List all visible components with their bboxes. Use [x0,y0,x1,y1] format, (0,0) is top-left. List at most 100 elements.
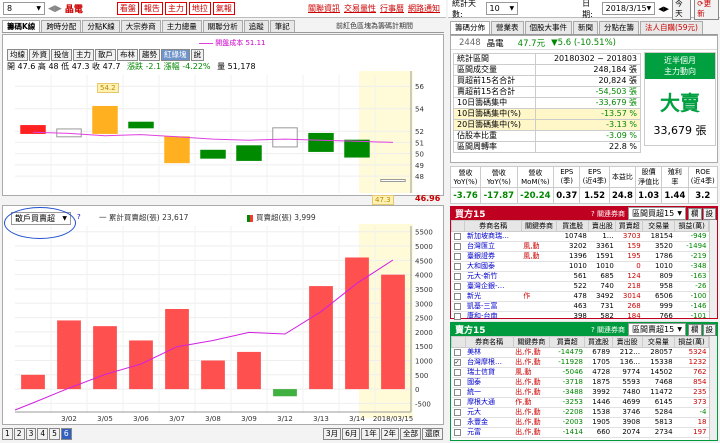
row-checkbox[interactable] [453,252,461,260]
sell-mode-select[interactable]: 區間賣超15 ▼ [628,323,686,336]
row-checkbox[interactable] [453,408,461,416]
row-checkbox[interactable] [453,398,461,406]
row-checkbox[interactable] [453,262,461,270]
stat-label: 賣超前15名合計 [452,86,537,98]
table-row[interactable]: 永豐金 出,作,動 -2003 1905 3908 5813 18 [451,417,709,428]
right-tab-3[interactable]: 新聞 [573,21,598,34]
page-button-5[interactable]: 5 [49,428,60,440]
table-row[interactable]: 台灣匯立 風,動 3202 3361 159 3520 -1494 [451,241,709,252]
buy-settings-button[interactable]: 設 [702,207,716,220]
range-button-3[interactable]: 2年 [380,428,399,440]
sell-scrollbar[interactable] [709,336,717,440]
toolbar-button-4[interactable]: 氣報 [212,2,235,15]
left-tab-5[interactable]: 關聯分析 [202,20,243,32]
header-link-3[interactable]: 網路通知 [408,3,440,14]
refresh-button[interactable]: ⟳更新 [694,0,719,20]
page-button-6[interactable]: 6 [60,428,72,440]
sell-settings-button[interactable]: 設 [702,323,716,336]
days-select[interactable]: 10 ▼ [485,2,519,15]
today-button[interactable]: 今天 [672,0,692,20]
table-row[interactable]: 大和國泰 1010 1010 0 1010 -348 [451,261,709,272]
range-button-5[interactable]: 還原 [422,428,443,440]
row-checkbox[interactable] [453,368,461,376]
toolbar-button-1[interactable]: 報告 [140,2,163,15]
kline-chart[interactable]: 56 54 52 51 50 49 48 [3,35,443,195]
row-checkbox[interactable] [453,282,461,290]
page-button-3[interactable]: 3 [25,428,37,440]
table-row[interactable]: 統一 出,作,動 -3488 3992 7480 11472 235 [451,387,709,398]
buy-columns-button[interactable]: 欄 [688,207,702,220]
stock-code-select[interactable]: 8 ▼ [3,2,45,15]
row-checkbox[interactable] [453,302,461,310]
page-button-1[interactable]: 1 [2,428,13,440]
table-row[interactable]: 國泰 出,作,動 -3718 1875 5593 7468 854 [451,377,709,388]
prev-next-icon[interactable]: ◀▶ [658,5,669,13]
row-checkbox[interactable] [453,272,461,280]
table-row[interactable]: 美林 出,作,動 -14479 6789 212… 28057 5324 [451,347,709,358]
table-row[interactable]: 康和-台南 398 582 184 766 -101 [451,311,709,322]
broker-cell: -11928 [549,357,585,368]
left-tab-2[interactable]: 分點K線 [82,20,120,32]
buy-scrollbar[interactable] [709,220,717,318]
page-button-4[interactable]: 4 [37,428,49,440]
left-tab-4[interactable]: 主力總量 [161,20,202,32]
toolbar-button-0[interactable]: 看盤 [116,2,139,15]
left-tab-3[interactable]: 大宗券商 [120,20,161,32]
range-button-4[interactable]: 全部 [400,428,421,440]
table-row[interactable]: 元大-新竹 561 685 124 809 -163 [451,271,709,282]
table-row[interactable]: 摩根大通 作,動 -3253 1446 4699 6145 373 [451,397,709,408]
arrows-icon[interactable]: ◀▶ [48,4,62,14]
row-checkbox[interactable]: ✓ [453,358,461,366]
sell-columns-button[interactable]: 欄 [688,323,702,336]
table-row[interactable]: 瑞士信貸 風,動 -5046 4728 9774 14502 762 [451,367,709,378]
stat-label: 區間成交量 [452,64,537,76]
right-tab-4[interactable]: 分點在籌 [599,21,639,34]
table-row[interactable]: 元大 出,作,動 -2208 1538 3746 5284 -4 [451,407,709,418]
right-tab-1[interactable]: 營業表 [491,21,524,34]
table-row[interactable]: 新加坡商瑞… 10748 1… 3703 18154 -949 [451,231,709,242]
date-select[interactable]: 2018/3/15 ▼ [601,2,656,15]
net-buy-chart[interactable]: 5500500045004000350030002500200015001000… [3,206,443,424]
row-checkbox[interactable] [453,292,461,300]
broker-cell: 1446 [584,397,613,408]
left-tab-0[interactable]: 籌碼K線 [2,20,41,32]
row-checkbox[interactable] [453,428,461,436]
header-link-1[interactable]: 交易量性 [344,3,376,14]
trend-amount: 33,679 張 [653,124,707,137]
row-checkbox[interactable] [453,312,461,320]
row-checkbox[interactable] [453,378,461,386]
range-button-2[interactable]: 1年 [361,428,380,440]
row-checkbox[interactable] [453,242,461,250]
right-tab-0[interactable]: 籌碼分佈 [450,21,490,34]
right-tab-2[interactable]: 個股大事件 [524,21,572,34]
bar-3/13 [309,286,333,390]
left-tab-7[interactable]: 筆記 [269,20,295,32]
table-row[interactable]: 臺灣企銀-… 522 740 218 958 -26 [451,281,709,292]
table-row[interactable]: 臺銀證券 風,動 1396 1591 195 1786 -219 [451,251,709,262]
range-button-0[interactable]: 3月 [322,428,342,440]
left-tab-6[interactable]: 追蹤 [243,20,269,32]
buy-mode-select[interactable]: 區間買超15 ▼ [628,207,686,220]
table-row[interactable]: 凱基-三富 463 731 268 999 -146 [451,301,709,312]
y-tick-0: 0 [415,386,419,394]
row-checkbox[interactable] [453,418,461,426]
toolbar-button-3[interactable]: 地拉 [188,2,211,15]
row-checkbox[interactable] [453,388,461,396]
left-tab-1[interactable]: 跨時分配 [41,20,82,32]
header-link-2[interactable]: 行事曆 [380,3,404,14]
toolbar-button-2[interactable]: 主力 [164,2,187,15]
sell-related-link[interactable]: ? 關連券商 [591,325,625,335]
broker-col-header: 賣出股 [588,220,617,232]
range-button-1[interactable]: 6月 [342,428,361,440]
table-row[interactable]: 新光作 478 3492 3014 6506 -100 [451,291,709,302]
row-checkbox[interactable] [453,348,461,356]
table-row[interactable]: 元富 出,作,動 -1414 660 2074 2734 197 [451,427,709,438]
row-checkbox[interactable] [453,232,461,240]
buy-related-link[interactable]: ? 關連券商 [591,209,625,219]
header-link-0[interactable]: 關聯資訊 [308,3,340,14]
right-header: 統計天數: 10 ▼ 日期: 2018/3/15 ▼ ◀▶ 今天 ⟳更新 [448,0,720,20]
candle-3/13 [308,132,334,152]
right-tab-5[interactable]: 法人自購(59元) [640,21,703,34]
page-button-2[interactable]: 2 [13,428,25,440]
table-row[interactable]: ✓ 台灣摩根… 出,作,動 -11928 1705 136… 15338 1232 [451,357,709,368]
